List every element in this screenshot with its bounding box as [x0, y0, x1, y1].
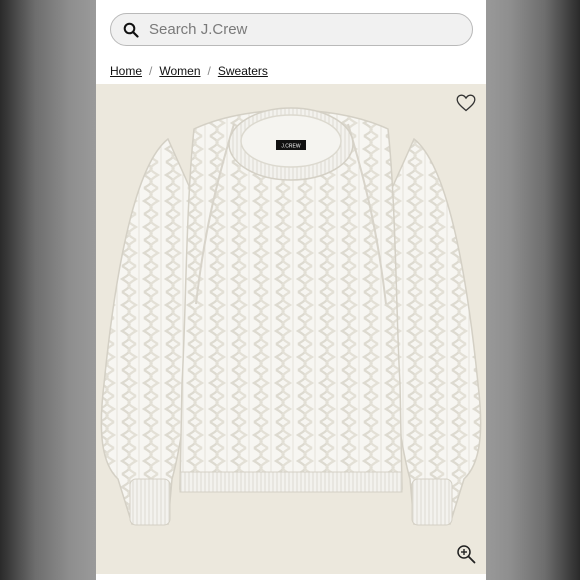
heart-icon[interactable] — [456, 94, 476, 112]
product-image[interactable]: J.CREW — [96, 84, 486, 574]
breadcrumb-sweaters[interactable]: Sweaters — [218, 64, 268, 78]
sweater-image: J.CREW — [100, 107, 482, 526]
breadcrumb-home[interactable]: Home — [110, 64, 142, 78]
search-icon — [123, 22, 139, 38]
breadcrumb-separator: / — [149, 64, 153, 78]
mobile-screen: Home / Women / Sweaters — [96, 0, 486, 580]
breadcrumb: Home / Women / Sweaters — [110, 64, 268, 78]
search-input[interactable] — [149, 15, 449, 44]
breadcrumb-women[interactable]: Women — [159, 64, 200, 78]
breadcrumb-separator: / — [207, 64, 211, 78]
zoom-in-icon[interactable] — [456, 544, 476, 564]
search-bar[interactable] — [110, 13, 473, 46]
bottom-spacer — [96, 574, 486, 580]
brand-label: J.CREW — [281, 144, 300, 150]
